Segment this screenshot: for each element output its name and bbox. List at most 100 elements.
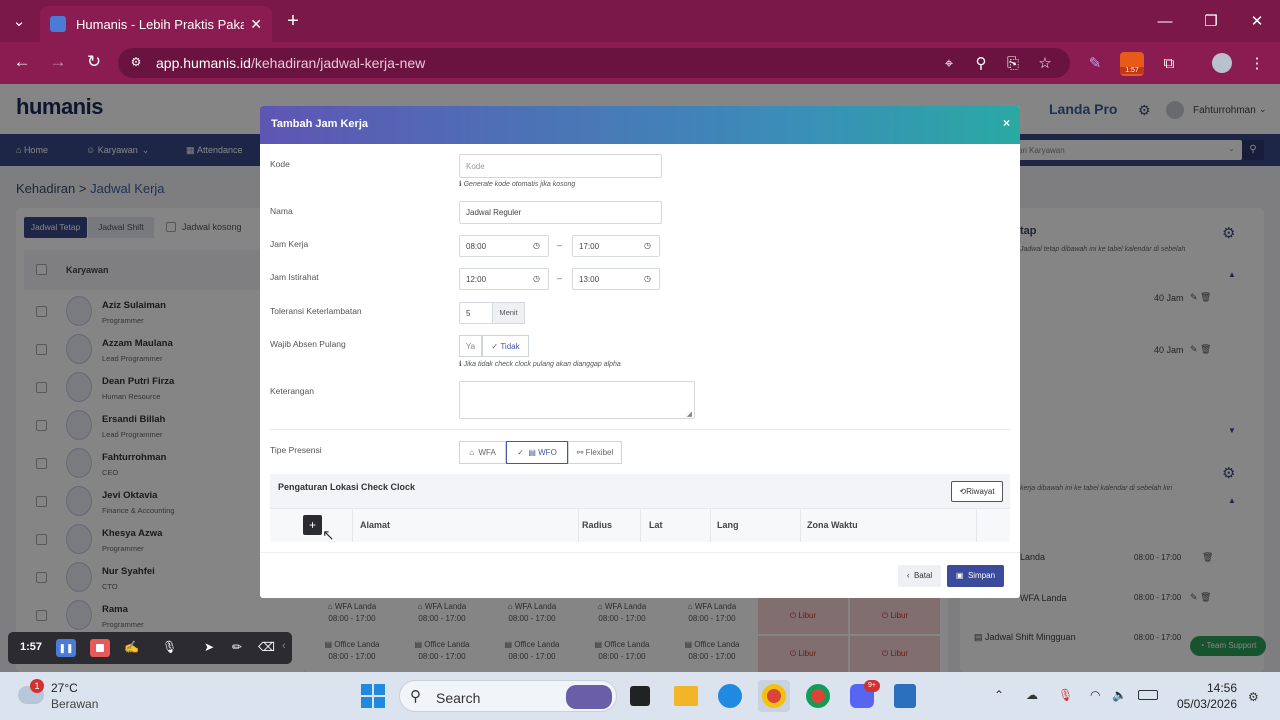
search-icon: ⚲ — [410, 688, 421, 705]
chrome-icon[interactable] — [806, 684, 830, 708]
pause-button[interactable]: ❚❚ — [56, 639, 76, 657]
notepad-icon[interactable] — [894, 684, 916, 708]
install-app-icon[interactable]: ⎘ — [1004, 54, 1022, 72]
modal-title: Tambah Jam Kerja — [271, 118, 369, 130]
browser-menu-icon[interactable]: ⋮ — [1248, 54, 1266, 72]
check-icon: ✓ — [491, 341, 501, 351]
tipe-wfo-label: WFO — [538, 448, 557, 457]
jam-kerja-end-input[interactable]: 17:00 ◷ — [572, 235, 660, 257]
extension-feather-icon[interactable]: ✎ — [1086, 54, 1104, 72]
nama-input[interactable]: Jadwal Reguler — [459, 201, 662, 224]
toleransi-unit: Menit — [492, 302, 525, 324]
jam-istirahat-label: Jam Istirahat — [270, 272, 319, 282]
microphone-icon[interactable]: 🎙 — [162, 640, 177, 654]
notifications-icon[interactable]: ⚙ — [1248, 690, 1259, 704]
eraser-icon[interactable]: ⌫ — [258, 640, 275, 654]
stop-icon — [96, 644, 104, 652]
tipe-presensi-label: Tipe Presensi — [270, 445, 322, 455]
weather-badge: 1 — [30, 679, 44, 693]
clock-icon: ◷ — [533, 241, 540, 250]
address-bar[interactable]: app.humanis.id/kehadiran/jadwal-kerja-ne… — [118, 48, 1070, 78]
modal-close-button[interactable]: × — [1003, 116, 1010, 130]
close-window-icon[interactable]: ✕ — [1246, 10, 1268, 32]
lokasi-section-header — [270, 474, 1010, 510]
taskbar-search-label: Search — [436, 690, 481, 706]
toleransi-label: Toleransi Keterlambatan — [270, 306, 362, 316]
volume-icon[interactable]: 🔈 — [1112, 688, 1127, 702]
chrome-profile-icon — [762, 684, 786, 708]
toleransi-input[interactable]: 5 — [459, 302, 493, 324]
onedrive-cloud-icon[interactable]: ☁ — [1026, 688, 1038, 702]
riwayat-button[interactable]: ⟲Riwayat — [951, 481, 1003, 502]
profile-avatar[interactable] — [1212, 53, 1232, 73]
extension-recorder-icon[interactable]: 1:57 — [1120, 52, 1144, 76]
edge-browser-icon[interactable] — [718, 684, 742, 708]
tipe-wfo-button[interactable]: ✓ ▤ WFO — [506, 441, 568, 464]
divider — [976, 508, 977, 542]
pause-icon: ❚❚ — [58, 643, 74, 653]
wajib-ya-button[interactable]: Ya — [459, 335, 482, 357]
modal-header: Tambah Jam Kerja × — [260, 106, 1020, 144]
wajib-hint-text: Jika tidak check clock pulang akan diang… — [463, 361, 621, 368]
humanis-favicon-icon — [50, 16, 66, 32]
restore-window-icon[interactable]: ❐ — [1200, 10, 1222, 32]
divider — [800, 508, 801, 542]
start-tile — [361, 697, 372, 708]
stop-button[interactable] — [90, 639, 110, 657]
kode-input[interactable]: Kode — [459, 154, 662, 178]
location-pin-icon[interactable]: ⌖ — [940, 54, 958, 72]
tipe-flexibel-label: Flexibel — [585, 448, 614, 457]
divider — [710, 508, 711, 542]
wajib-tidak-button[interactable]: ✓ Tidak — [482, 335, 529, 357]
batal-button[interactable]: ‹ Batal — [898, 565, 941, 587]
windows-start-icon[interactable] — [361, 684, 385, 708]
divider — [270, 429, 1010, 430]
new-tab-plus-icon[interactable]: + — [282, 10, 304, 32]
weather-temp[interactable]: 27°C — [51, 681, 78, 695]
clock-icon: ◷ — [644, 241, 651, 250]
url-host: app.humanis.id — [156, 55, 251, 71]
resize-handle-icon[interactable]: ◢ — [687, 410, 692, 418]
minimize-window-icon[interactable]: — — [1154, 10, 1176, 32]
col-lang: Lang — [717, 520, 739, 530]
collapse-chevron-icon[interactable]: ‹ — [282, 640, 286, 652]
site-settings-icon[interactable]: ⚙ — [128, 54, 144, 70]
jam-istirahat-start-input[interactable]: 12:00 ◷ — [459, 268, 549, 290]
simpan-label: Simpan — [967, 571, 996, 580]
divider — [260, 552, 1020, 553]
extensions-puzzle-icon[interactable]: ⧉ — [1160, 54, 1178, 72]
lokasi-section-title: Pengaturan Lokasi Check Clock — [278, 482, 416, 492]
chrome-active-app[interactable] — [758, 680, 790, 712]
back-arrow-icon[interactable]: ← — [12, 52, 32, 72]
tipe-flexibel-button[interactable]: ⚯ Flexibel — [568, 441, 622, 464]
show-hidden-icons-chevron-icon[interactable]: ⌃ — [994, 688, 1004, 702]
keterangan-textarea[interactable]: ◢ — [459, 381, 695, 419]
col-lat: Lat — [649, 520, 663, 530]
battery-charging-icon[interactable] — [1138, 690, 1158, 700]
file-explorer-icon[interactable] — [674, 686, 698, 706]
screen-recorder-bar: 1:57 ❚❚ ✍ 🎙 ➤ ✏ ⌫ ‹ — [8, 632, 292, 664]
jam-kerja-start-input[interactable]: 08:00 ◷ — [459, 235, 549, 257]
annotate-pen-icon[interactable]: ✍ — [124, 640, 139, 654]
browser-tab[interactable]: Humanis - Lebih Praktis Pakai H ✕ — [40, 6, 272, 42]
tipe-wfa-button[interactable]: ⌂ WFA — [459, 441, 506, 464]
add-lokasi-button[interactable]: + — [303, 515, 322, 535]
jam-kerja-end-value: 17:00 — [579, 241, 600, 251]
zoom-out-icon[interactable]: ⚲ — [972, 54, 990, 72]
clock-time[interactable]: 14:56 — [1205, 681, 1237, 695]
clock-date[interactable]: 05/03/2026 — [1174, 697, 1237, 711]
close-tab-icon[interactable]: ✕ — [250, 16, 262, 33]
bookmark-star-icon[interactable]: ☆ — [1036, 54, 1054, 72]
pencil-icon[interactable]: ✏ — [232, 640, 242, 654]
taskbar-search[interactable]: ⚲ Search — [399, 680, 617, 712]
tab-search-chevron-icon[interactable]: ⌄ — [8, 10, 30, 32]
task-view-icon[interactable] — [630, 686, 650, 706]
riwayat-label: Riwayat — [966, 487, 995, 496]
wifi-icon[interactable]: ◠ — [1090, 688, 1100, 702]
microphone-in-use-icon[interactable]: 🎙 — [1058, 688, 1073, 702]
reload-icon[interactable]: ↻ — [84, 52, 104, 72]
forward-arrow-icon[interactable]: → — [48, 52, 68, 72]
pointer-icon[interactable]: ➤ — [204, 640, 214, 654]
jam-istirahat-end-input[interactable]: 13:00 ◷ — [572, 268, 660, 290]
simpan-button[interactable]: ▣ Simpan — [947, 565, 1004, 587]
